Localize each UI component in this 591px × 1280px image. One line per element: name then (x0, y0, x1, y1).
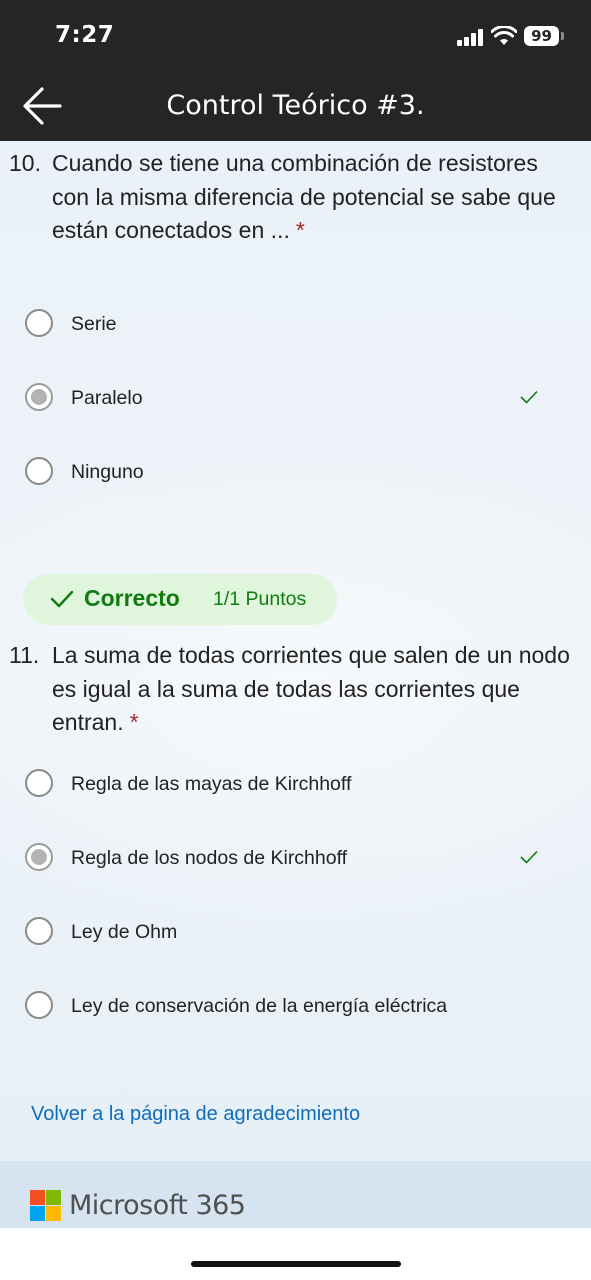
option-label: Ley de conservación de la energía eléctr… (71, 995, 448, 1017)
option-ninguno[interactable]: Ninguno (25, 450, 565, 494)
footer-bar: Microsoft 365 (0, 1161, 591, 1228)
result-badge: Correcto 1/1 Puntos (23, 574, 337, 625)
radio-button[interactable] (25, 769, 53, 797)
result-points: 1/1 Puntos (213, 588, 307, 610)
correct-check-icon (520, 850, 538, 864)
brand-name: Microsoft 365 (69, 1190, 246, 1221)
question-number: 11. (9, 642, 40, 668)
radio-button[interactable] (25, 991, 53, 1019)
quiz-content: 10. Cuando se tiene una combinación de r… (0, 141, 591, 1161)
radio-button[interactable] (25, 457, 53, 485)
question-text: La suma de todas corrientes que salen de… (52, 639, 572, 740)
option-label: Ninguno (71, 461, 144, 483)
back-to-thanks-link[interactable]: Volver a la página de agradecimiento (31, 1103, 360, 1126)
required-asterisk: * (295, 217, 305, 243)
option-ley-conservacion[interactable]: Ley de conservación de la energía eléctr… (25, 984, 565, 1028)
home-indicator[interactable] (191, 1261, 401, 1267)
result-status: Correcto (84, 585, 180, 611)
cellular-signal-icon (457, 28, 485, 46)
microsoft-logo-icon (30, 1190, 61, 1221)
nav-bar: Control Teórico #3. (0, 70, 591, 141)
option-regla-mayas[interactable]: Regla de las mayas de Kirchhoff (25, 762, 565, 806)
option-serie[interactable]: Serie (25, 302, 565, 346)
radio-button-selected[interactable] (25, 383, 53, 411)
option-label: Paralelo (71, 387, 143, 409)
page-title: Control Teórico #3. (166, 90, 425, 121)
option-ley-ohm[interactable]: Ley de Ohm (25, 910, 565, 954)
checkmark-icon (50, 590, 74, 608)
wifi-icon (491, 26, 517, 45)
option-label: Regla de los nodos de Kirchhoff (71, 847, 348, 869)
question-text: Cuando se tiene una combinación de resis… (52, 147, 572, 248)
radio-button[interactable] (25, 309, 53, 337)
radio-button-selected[interactable] (25, 843, 53, 871)
option-paralelo[interactable]: Paralelo (25, 376, 565, 420)
status-bar: 7:27 99 (0, 0, 591, 70)
option-label: Ley de Ohm (71, 921, 178, 943)
option-label: Regla de las mayas de Kirchhoff (71, 773, 352, 795)
question-number: 10. (9, 150, 41, 176)
battery-icon: 99 (524, 26, 564, 46)
option-label: Serie (71, 313, 117, 335)
option-regla-nodos[interactable]: Regla de los nodos de Kirchhoff (25, 836, 565, 880)
radio-button[interactable] (25, 917, 53, 945)
required-asterisk: * (129, 709, 139, 735)
status-time: 7:27 (55, 22, 115, 48)
correct-check-icon (520, 390, 538, 404)
